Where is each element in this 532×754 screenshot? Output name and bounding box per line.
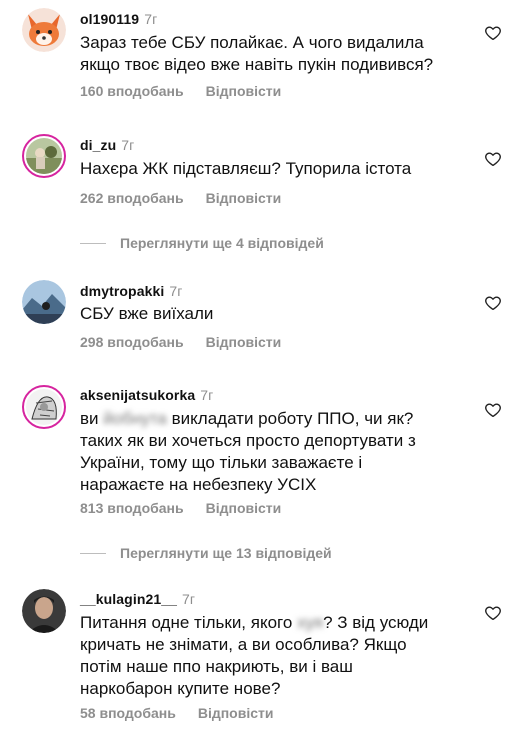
comment-meta: 58 вподобань Відповісти xyxy=(80,705,273,721)
likes-count[interactable]: 58 вподобань xyxy=(80,705,176,721)
blurred-word: хуя xyxy=(297,613,324,632)
fox-avatar-image xyxy=(22,8,66,52)
view-replies-button[interactable]: Переглянути ще 13 відповідей xyxy=(80,545,332,561)
heart-outline-icon[interactable] xyxy=(484,604,502,622)
replies-divider-line xyxy=(80,242,106,244)
view-replies-button[interactable]: Переглянути ще 4 відповідей xyxy=(80,235,324,251)
comment-text: Питання одне тільки, якого хуя? З від ус… xyxy=(80,612,475,700)
comment-meta: 298 вподобань Відповісти xyxy=(80,334,281,350)
username-text[interactable]: aksenijatsukorka xyxy=(80,387,195,403)
heart-outline-icon[interactable] xyxy=(484,294,502,312)
comment-text: Зараз тебе СБУ полайкає. А чого видалила… xyxy=(80,33,434,74)
comment-text: СБУ вже виїхали xyxy=(80,304,214,323)
avatar-ol190119[interactable] xyxy=(22,8,66,52)
timestamp: 7г xyxy=(200,387,214,403)
likes-count[interactable]: 160 вподобань xyxy=(80,83,184,99)
photo-avatar-image xyxy=(26,138,62,174)
reply-button[interactable]: Відповісти xyxy=(206,334,282,350)
reply-button[interactable]: Відповісти xyxy=(206,83,282,99)
timestamp: 7г xyxy=(182,591,196,607)
heart-outline-icon[interactable] xyxy=(484,24,502,42)
drawing-avatar-image xyxy=(26,389,62,425)
timestamp: 7г xyxy=(144,11,158,27)
comment-text-start: ви xyxy=(80,409,104,428)
view-replies-label[interactable]: Переглянути ще 4 відповідей xyxy=(120,235,324,251)
avatar-di_zu[interactable] xyxy=(22,134,66,178)
comment-meta: 262 вподобань Відповісти xyxy=(80,190,281,206)
comment-text-start: Питання одне тільки, якого xyxy=(80,613,298,632)
timestamp: 7г xyxy=(121,137,135,153)
reply-button[interactable]: Відповісти xyxy=(206,190,282,206)
comment-meta: 160 вподобань Відповісти xyxy=(80,83,281,99)
photo-avatar-image xyxy=(22,589,66,633)
view-replies-label[interactable]: Переглянути ще 13 відповідей xyxy=(120,545,332,561)
likes-count[interactable]: 298 вподобань xyxy=(80,334,184,350)
avatar-dmytropakki[interactable] xyxy=(22,280,66,324)
heart-outline-icon[interactable] xyxy=(484,150,502,168)
comment-text: Нахєра ЖК підставляєш? Тупорила істота xyxy=(80,159,412,178)
replies-divider-line xyxy=(80,552,106,554)
username[interactable]: dmytropakki 7г xyxy=(80,283,182,299)
username-text[interactable]: di_zu xyxy=(80,137,116,153)
reply-button[interactable]: Відповісти xyxy=(198,705,274,721)
avatar-__kulagin21__[interactable] xyxy=(22,589,66,633)
photo-avatar-image xyxy=(22,280,66,324)
blurred-word: йобнута xyxy=(103,409,167,428)
reply-button[interactable]: Відповісти xyxy=(206,500,282,516)
username[interactable]: __kulagin21__ 7г xyxy=(80,591,195,607)
likes-count[interactable]: 813 вподобань xyxy=(80,500,184,516)
username[interactable]: di_zu 7г xyxy=(80,137,134,153)
avatar-aksenijatsukorka[interactable] xyxy=(22,385,66,429)
username[interactable]: aksenijatsukorka 7г xyxy=(80,387,213,403)
comment-meta: 813 вподобань Відповісти xyxy=(80,500,281,516)
likes-count[interactable]: 262 вподобань xyxy=(80,190,184,206)
username-text[interactable]: dmytropakki xyxy=(80,283,164,299)
comment-text: ви йобнута викладати роботу ППО, чи як? … xyxy=(80,408,475,496)
username-text[interactable]: ol190119 xyxy=(80,11,139,27)
heart-outline-icon[interactable] xyxy=(484,401,502,419)
username[interactable]: ol190119 7г xyxy=(80,11,157,27)
username-text[interactable]: __kulagin21__ xyxy=(80,591,177,607)
timestamp: 7г xyxy=(169,283,183,299)
